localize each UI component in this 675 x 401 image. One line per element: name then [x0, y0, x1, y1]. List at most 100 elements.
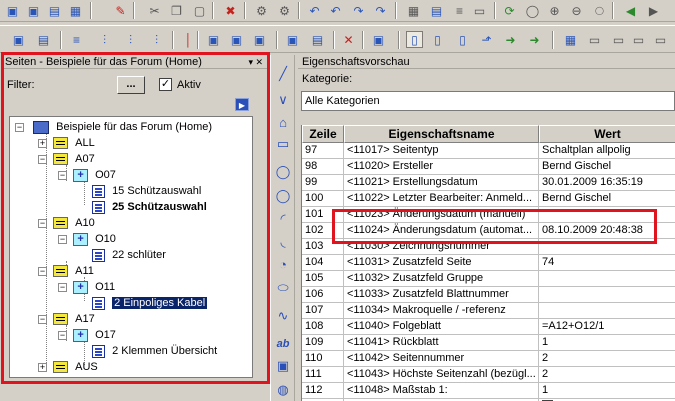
globe-icon[interactable]: ◍: [274, 381, 292, 399]
cell-name: <11032> Zusatzfeld Gruppe: [344, 271, 539, 286]
text-icon[interactable]: ab: [274, 335, 292, 353]
cell-zeile: 107: [302, 303, 344, 318]
cell-wert: 74: [539, 255, 675, 270]
polyline-icon[interactable]: ∨: [274, 91, 292, 109]
cell-zeile: 111: [302, 367, 344, 382]
device-icon-3[interactable]: ▣: [251, 31, 268, 48]
line-icon[interactable]: ╱: [274, 65, 292, 83]
polygon-icon[interactable]: ⌂: [274, 113, 292, 131]
col-header-wert[interactable]: Wert: [539, 125, 675, 143]
cell-name: <11022> Letzter Bearbeiter: Anmeld...: [344, 191, 539, 206]
table-row[interactable]: 98 <11020> Ersteller Bernd Gischel: [302, 159, 675, 175]
table-row[interactable]: 110 <11042> Seitennummer 2: [302, 351, 675, 367]
table-row[interactable]: 112 <11048> Maßstab 1: 1: [302, 383, 675, 399]
delete-icon[interactable]: ✖: [222, 2, 239, 19]
cell-zeile: 112: [302, 383, 344, 398]
table-row[interactable]: 109 <11041> Rückblatt 1: [302, 335, 675, 351]
table-row[interactable]: 100 <11022> Letzter Bearbeiter: Anmeld...…: [302, 191, 675, 207]
image-icon[interactable]: ▣: [274, 357, 292, 375]
redo-list-icon[interactable]: ↷: [372, 2, 389, 19]
sector-icon[interactable]: ◔: [274, 255, 292, 273]
mark-icon[interactable]: ✕: [340, 31, 357, 48]
cell-zeile: 109: [302, 335, 344, 350]
list-icon-2[interactable]: ≡: [68, 31, 85, 48]
frame-icon-3[interactable]: ▭: [630, 31, 647, 48]
symbol-icon-2[interactable]: ▤: [309, 31, 326, 48]
symbol-icon[interactable]: ▣: [284, 31, 301, 48]
connection-icon[interactable]: │: [180, 31, 197, 48]
frame-icon-4[interactable]: ▭: [652, 31, 669, 48]
col-header-name[interactable]: Eigenschaftsname: [344, 125, 539, 143]
circle-3pt-icon[interactable]: ◯: [274, 187, 292, 205]
cell-wert: 1: [539, 383, 675, 398]
spline-icon[interactable]: ∿: [274, 307, 292, 325]
page-nav-icon[interactable]: ▤: [35, 31, 52, 48]
cable-icon[interactable]: ⫶: [148, 31, 165, 48]
arrow-right-icon[interactable]: ➜: [502, 31, 519, 48]
zoom-in-icon[interactable]: ⊕: [546, 2, 563, 19]
zoom-100-icon[interactable]: ◯: [591, 2, 608, 19]
copy-icon[interactable]: ❐: [168, 2, 185, 19]
grid-icon[interactable]: ▦: [405, 2, 422, 19]
cell-zeile: 99: [302, 175, 344, 190]
graph-icon[interactable]: ▦: [562, 31, 579, 48]
device-icon[interactable]: ▣: [205, 31, 222, 48]
arrow-up-icon[interactable]: ⬏: [478, 31, 495, 48]
ellipse-icon[interactable]: ⬭: [274, 279, 292, 297]
table-row[interactable]: 99 <11021> Erstellungsdatum 30.01.2009 16:…: [302, 175, 675, 191]
zoom-window-icon[interactable]: ◯: [524, 2, 541, 19]
plc-icon[interactable]: ⫶: [122, 31, 139, 48]
page-new-icon[interactable]: ▯: [429, 31, 446, 48]
highlight-frame-right: [332, 209, 657, 244]
arrow-left-icon[interactable]: ➜: [526, 31, 543, 48]
undo-icon[interactable]: ↶: [306, 2, 323, 19]
undo-list-icon[interactable]: ↶: [327, 2, 344, 19]
table-row[interactable]: 106 <11033> Zusatzfeld Blattnummer: [302, 287, 675, 303]
page-copy-icon[interactable]: ▣: [25, 2, 42, 19]
table-row[interactable]: 108 <11040> Folgeblatt =A12+O12/1: [302, 319, 675, 335]
table-icon[interactable]: ▤: [428, 2, 445, 19]
splitter[interactable]: [294, 55, 297, 401]
page-edit-icon[interactable]: ▯: [454, 31, 471, 48]
select-icon[interactable]: ▭: [471, 2, 488, 19]
table-row[interactable]: 105 <11032> Zusatzfeld Gruppe: [302, 271, 675, 287]
arc-icon[interactable]: ◜: [274, 210, 292, 228]
frame-icon[interactable]: ▭: [586, 31, 603, 48]
table-row[interactable]: 97 <11017> Seitentyp Schaltplan allpolig: [302, 143, 675, 159]
device-icon-2[interactable]: ▣: [228, 31, 245, 48]
tools-icon-2[interactable]: ⚙: [276, 2, 293, 19]
terminal-icon[interactable]: ⫶: [96, 31, 113, 48]
cell-zeile: 108: [302, 319, 344, 334]
cell-zeile: 106: [302, 287, 344, 302]
table-row[interactable]: 107 <11034> Makroquelle / -referenz: [302, 303, 675, 319]
page-preview-icon[interactable]: ▯: [406, 31, 423, 48]
property-table[interactable]: Zeile Eigenschaftsname Wert 97 <11017> Se…: [301, 125, 675, 401]
refresh-icon[interactable]: ⟳: [501, 2, 518, 19]
category-select[interactable]: Alle Kategorien: [301, 91, 675, 111]
cell-zeile: 104: [302, 255, 344, 270]
redo-icon[interactable]: ↷: [350, 2, 367, 19]
cell-name: <11034> Makroquelle / -referenz: [344, 303, 539, 318]
wrench-icon[interactable]: ✎: [112, 2, 129, 19]
col-header-zeile[interactable]: Zeile: [302, 125, 344, 143]
tools-icon[interactable]: ⚙: [253, 2, 270, 19]
drawing-toolbar: ╱ ∨ ⌂ ▭ ◯ ◯ ◜ ◟ ◔ ⬭ ∿ ab ▣ ◍: [270, 55, 294, 401]
cell-name: <11043> Höchste Seitenzahl (bezügl...: [344, 367, 539, 382]
macro-icon[interactable]: ▣: [10, 31, 27, 48]
page-print-icon[interactable]: ▦: [67, 2, 84, 19]
page-icon[interactable]: ▣: [4, 2, 21, 19]
circle-icon[interactable]: ◯: [274, 163, 292, 181]
page-props-icon[interactable]: ▤: [46, 2, 63, 19]
zoom-out-icon[interactable]: ⊖: [568, 2, 585, 19]
paste-icon[interactable]: ▢: [191, 2, 208, 19]
arc-2-icon[interactable]: ◟: [274, 233, 292, 251]
list-icon[interactable]: ≡: [451, 2, 468, 19]
forward-icon[interactable]: ◀: [622, 2, 639, 19]
table-row[interactable]: 104 <11031> Zusatzfeld Seite 74: [302, 255, 675, 271]
rectangle-icon[interactable]: ▭: [274, 135, 292, 153]
book-icon[interactable]: ▣: [370, 31, 387, 48]
frame-icon-2[interactable]: ▭: [610, 31, 627, 48]
back-icon[interactable]: ▶: [645, 2, 662, 19]
cut-icon[interactable]: ✂: [146, 2, 163, 19]
table-row[interactable]: 111 <11043> Höchste Seitenzahl (bezügl...…: [302, 367, 675, 383]
